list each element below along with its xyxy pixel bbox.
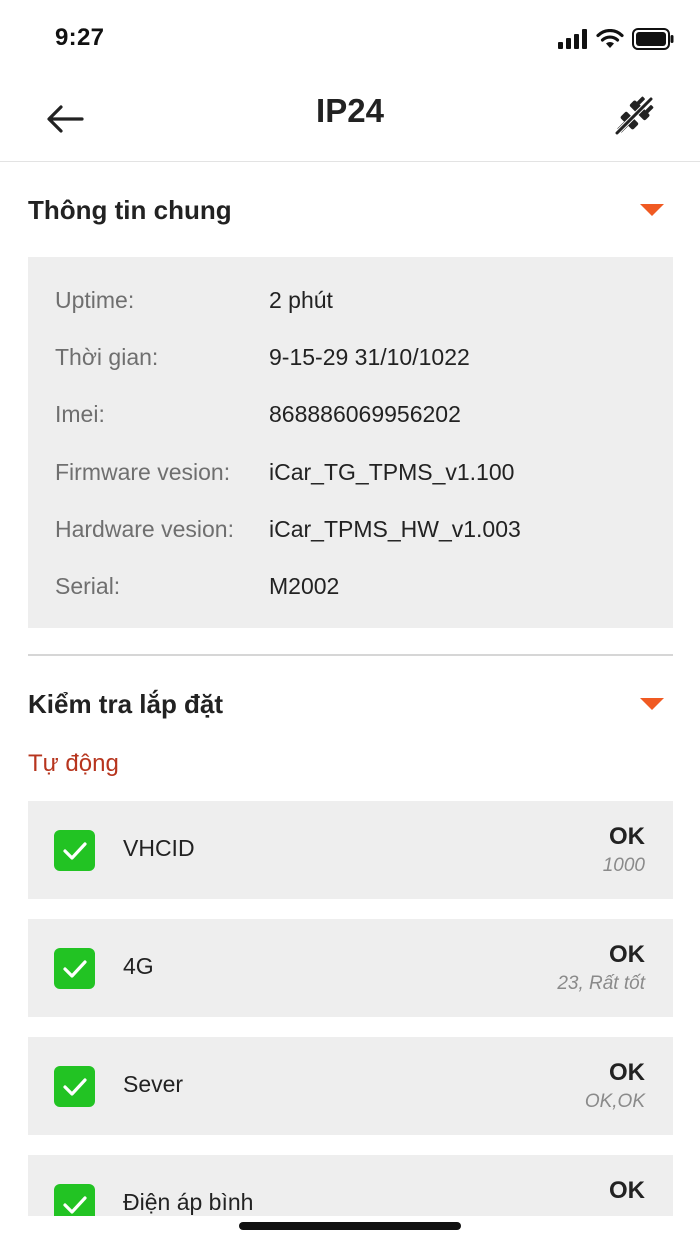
info-row-time: Thời gian: 9-15-29 31/10/1022 (55, 340, 653, 374)
check-item-status: OK (609, 941, 645, 968)
info-row-imei: Imei: 868886069956202 (55, 397, 653, 431)
check-item-name: Điện áp bình (123, 1189, 254, 1215)
info-row-hardware: Hardware vesion: iCar_TPMS_HW_v1.003 (55, 512, 653, 546)
info-value: iCar_TPMS_HW_v1.003 (269, 515, 521, 542)
home-indicator[interactable] (239, 1222, 461, 1230)
general-info-title: Thông tin chung (28, 194, 232, 225)
page-title: IP24 (316, 92, 384, 129)
checkmark-icon (62, 959, 87, 978)
check-item-server[interactable]: Sever OK OK,OK (28, 1037, 673, 1135)
info-value: M2002 (269, 572, 340, 599)
info-label: Uptime: (55, 286, 135, 313)
check-item-status: OK (609, 823, 645, 850)
checkbox[interactable] (54, 830, 95, 871)
wifi-icon (596, 29, 624, 48)
section-divider (28, 654, 673, 656)
cellular-signal-icon (558, 29, 587, 49)
info-row-serial: Serial: M2002 (55, 569, 653, 603)
status-icons (558, 28, 674, 50)
caret-down-icon[interactable] (640, 698, 664, 710)
check-item-vhcid[interactable]: VHCID OK 1000 (28, 801, 673, 899)
info-label: Imei: (55, 400, 105, 427)
disconnect-button[interactable] (608, 90, 660, 142)
general-info-header[interactable]: Thông tin chung (28, 190, 672, 230)
status-time: 9:27 (55, 24, 105, 51)
check-item-name: 4G (123, 953, 154, 979)
info-value: iCar_TG_TPMS_v1.100 (269, 458, 515, 485)
info-row-uptime: Uptime: 2 phút (55, 283, 653, 317)
info-value: 9-15-29 31/10/1022 (269, 343, 470, 370)
info-label: Thời gian: (55, 343, 159, 370)
check-item-detail: 1000 (602, 855, 645, 876)
check-item-detail: OK,OK (584, 1091, 645, 1112)
info-label: Hardware vesion: (55, 515, 234, 542)
info-label: Serial: (55, 572, 121, 599)
checkmark-icon (62, 1077, 87, 1096)
checkmark-icon (62, 841, 87, 860)
bottom-safe-area (0, 1216, 700, 1244)
plug-disconnect-icon (614, 96, 654, 136)
auto-subtitle: Tự động (28, 750, 119, 777)
info-row-firmware: Firmware vesion: iCar_TG_TPMS_v1.100 (55, 455, 653, 489)
general-info-card: Uptime: 2 phút Thời gian: 9-15-29 31/10/… (28, 257, 673, 628)
install-check-title: Kiểm tra lắp đặt (28, 688, 224, 719)
check-item-detail: 23, Rất tốt (557, 973, 645, 994)
check-item-status: OK (609, 1177, 645, 1204)
app-bar: IP24 (0, 76, 700, 162)
status-bar: 9:27 (0, 0, 700, 76)
info-value: 2 phút (269, 286, 333, 313)
caret-down-icon[interactable] (640, 204, 664, 216)
checkbox[interactable] (54, 948, 95, 989)
info-label: Firmware vesion: (55, 458, 231, 485)
battery-icon (632, 28, 674, 50)
checkbox[interactable] (54, 1066, 95, 1107)
check-item-name: Sever (123, 1071, 184, 1097)
info-value: 868886069956202 (269, 400, 461, 427)
install-check-header[interactable]: Kiểm tra lắp đặt (28, 684, 672, 724)
check-item-name: VHCID (123, 835, 195, 861)
checkmark-icon (62, 1195, 87, 1214)
check-item-status: OK (609, 1059, 645, 1086)
check-item-4g[interactable]: 4G OK 23, Rất tốt (28, 919, 673, 1017)
